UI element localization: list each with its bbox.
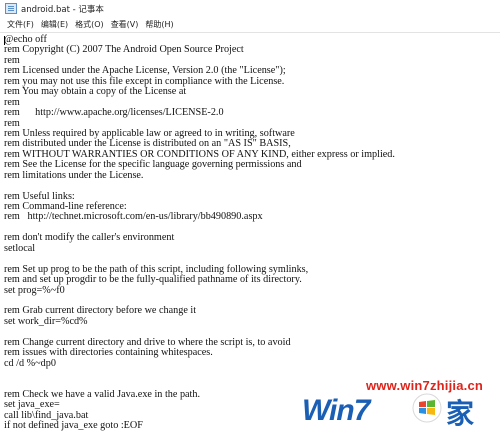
menu-view[interactable]: 查看(V) (108, 19, 142, 30)
editor-line[interactable]: rem http://www.apache.org/licenses/LICEN… (4, 107, 494, 118)
menu-help[interactable]: 帮助(H) (142, 19, 176, 30)
editor-line[interactable]: setlocal (4, 243, 494, 254)
title-bar[interactable]: android.bat - 记事本 (0, 0, 500, 17)
notepad-icon (5, 3, 17, 14)
text-caret (4, 36, 5, 45)
editor-line[interactable]: rem http://technet.microsoft.com/en-us/l… (4, 211, 494, 222)
notepad-window: android.bat - 记事本 文件(F) 编辑(E) 格式(O) 查看(V… (0, 0, 500, 440)
window-title: android.bat - 记事本 (21, 4, 104, 15)
editor-line[interactable]: cd /d %~dp0 (4, 358, 494, 369)
editor-line[interactable]: rem limitations under the License. (4, 170, 494, 181)
editor-line[interactable]: rem don't modify the caller's environmen… (4, 232, 494, 243)
editor-line[interactable]: rem and set up progdir to be the fully-q… (4, 274, 494, 285)
watermark-brand: Win7 (302, 394, 371, 428)
menu-bar: 文件(F) 编辑(E) 格式(O) 查看(V) 帮助(H) (0, 17, 500, 32)
editor-line[interactable]: rem You may obtain a copy of the License… (4, 86, 494, 97)
watermark-url: www.win7zhijia.cn (366, 378, 484, 393)
site-watermark: www.win7zhijia.cn Win7 家 (300, 378, 496, 438)
editor-line[interactable] (4, 181, 494, 191)
editor-line[interactable]: rem issues with directories containing w… (4, 347, 494, 358)
menu-format[interactable]: 格式(O) (72, 19, 107, 30)
editor-line[interactable]: set prog=%~f0 (4, 285, 494, 296)
editor-line[interactable]: rem Copyright (C) 2007 The Android Open … (4, 44, 494, 55)
menu-file[interactable]: 文件(F) (4, 19, 37, 30)
watermark-brand-cjk: 家 (446, 397, 475, 430)
menu-edit[interactable]: 编辑(E) (38, 19, 71, 30)
watermark-brand-seven: 7 (353, 394, 371, 427)
editor-line[interactable]: set work_dir=%cd% (4, 316, 494, 327)
windows-logo-icon (412, 393, 442, 423)
watermark-brand-prefix: Win (302, 394, 355, 427)
